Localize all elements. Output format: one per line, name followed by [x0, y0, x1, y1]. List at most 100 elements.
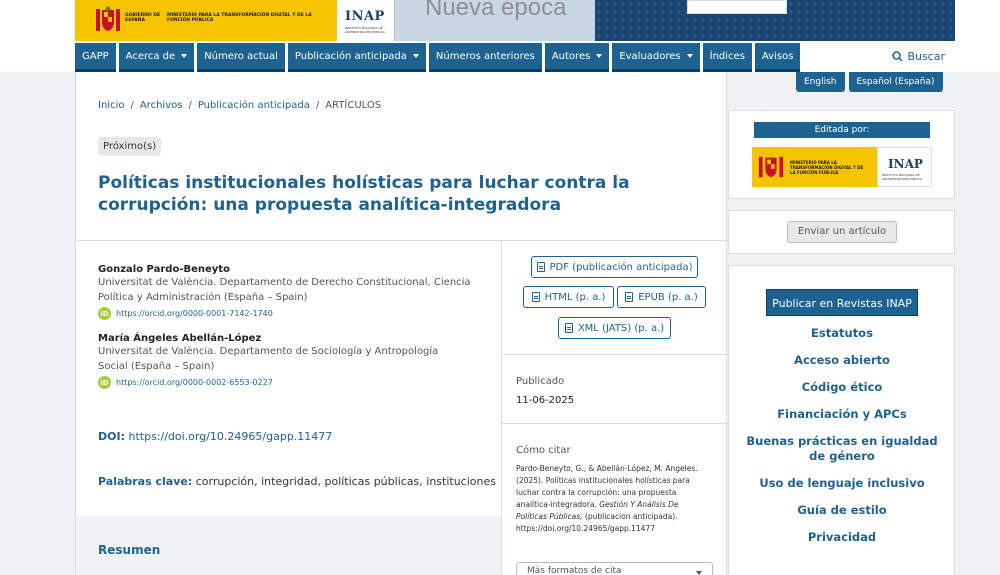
orcid-url[interactable]: https://orcid.org/0000-0001-7142-1740 [116, 309, 273, 318]
divider [76, 240, 728, 241]
pdf-button[interactable]: PDF (publicación anticipada) [531, 256, 698, 278]
nav-item-label: Acerca de [125, 50, 176, 62]
chevron-down-icon [412, 54, 419, 58]
author-entry: María Ángeles Abellán-López Universitat … [98, 333, 458, 389]
nav-item-avisos[interactable]: Avisos [754, 43, 801, 72]
epub-button[interactable]: EPUB (p. a.) [617, 286, 706, 308]
nav-item-gapp[interactable]: GAPP [75, 43, 116, 72]
journal-cover-thumbnail [687, 0, 787, 14]
lang-spanish[interactable]: Español (España) [848, 72, 943, 92]
breadcrumb: Inicio / Archivos / Publicación anticipada / A… [98, 100, 382, 111]
nav-item-evaluadores[interactable]: Evaluadores [612, 43, 700, 72]
nav-item-label: Número actual [204, 50, 278, 62]
government-logo[interactable]: GOBIERNO DE ESPAÑA MINISTERIO PARA LA TR… [75, 0, 337, 41]
xml-label: XML (JATS) (p. a.) [577, 322, 665, 334]
inap-logo-subtitle: INSTITUTO NACIONAL DE ADMINISTRACIÓN PÚB… [345, 26, 385, 34]
author-name: María Ángeles Abellán-López [98, 333, 262, 344]
document-icon [536, 262, 545, 272]
author-affiliation: Universitat de València. Departamento de… [98, 277, 471, 303]
sidebar-link[interactable]: Financiación y APCs [742, 407, 942, 422]
column-divider [501, 240, 502, 575]
sponsor-inap-text: INAP [888, 157, 923, 171]
breadcrumb-issue[interactable]: Publicación anticipada [198, 100, 310, 111]
epub-label: EPUB (p. a.) [638, 291, 698, 303]
inap-logo[interactable]: INAP INSTITUTO NACIONAL DE ADMINISTRACIÓ… [337, 0, 395, 41]
divider [502, 423, 728, 424]
sidebar-link[interactable]: Privacidad [742, 530, 942, 545]
orcid-icon: iD [98, 307, 111, 320]
site-header: GOBIERNO DE ESPAÑA MINISTERIO PARA LA TR… [0, 0, 1000, 72]
lang-english[interactable]: English [796, 72, 845, 92]
ministry-label: MINISTERIO PARA LA TRANSFORMACIÓN DIGITA… [167, 13, 312, 23]
sidebar-link[interactable]: Código ético [742, 380, 942, 395]
sidebar-link[interactable]: Acceso abierto [742, 353, 942, 368]
nav-item-label: Avisos [761, 50, 794, 62]
sidebar-link[interactable]: Uso de lenguaje inclusivo [742, 476, 942, 491]
search-label: Buscar [907, 50, 945, 63]
nav-item-autores[interactable]: Autores [544, 43, 610, 72]
orcid-url[interactable]: https://orcid.org/0000-0002-6553-0227 [116, 378, 273, 387]
nav-item-números-anteriores[interactable]: Números anteriores [428, 43, 542, 72]
status-badge: Próximo(s) [98, 137, 162, 156]
author-entry: Gonzalo Pardo-Beneyto Universitat de Val… [98, 264, 488, 320]
breadcrumb-archives[interactable]: Archivos [140, 100, 183, 111]
divider [502, 354, 728, 355]
search-icon [892, 51, 903, 62]
orcid-icon: iD [98, 376, 111, 389]
keywords-label: Palabras clave: [98, 475, 193, 488]
citation-label: Cómo citar [516, 445, 571, 456]
ministry-logo: MINISTERIO PARA LA TRANSFORMACIÓN DIGITA… [752, 147, 877, 187]
sponsor-inap-subtitle: INSTITUTO NACIONAL DE ADMINISTRACIÓN PÚB… [882, 173, 922, 181]
document-icon [564, 323, 573, 333]
citation-format-label: Más formatos de cita [527, 566, 622, 575]
sponsor-logo[interactable]: MINISTERIO PARA LA TRANSFORMACIÓN DIGITA… [752, 147, 932, 187]
coat-of-arms-icon [758, 156, 784, 178]
search-link[interactable]: Buscar [892, 50, 945, 63]
chevron-down-icon [686, 54, 693, 58]
breadcrumb-current: ARTÍCULOS [325, 100, 382, 111]
document-icon [531, 292, 540, 302]
chevron-down-icon [181, 54, 188, 58]
orcid-link[interactable]: iD https://orcid.org/0000-0001-7142-1740 [98, 307, 488, 320]
submit-article-button[interactable]: Enviar un artículo [787, 221, 897, 243]
abstract-heading: Resumen [98, 543, 161, 557]
nav-item-publicación-anticipada[interactable]: Publicación anticipada [287, 43, 426, 72]
publish-button[interactable]: Publicar en Revistas INAP [766, 289, 918, 316]
nav-item-label: Evaluadores [619, 50, 681, 62]
document-icon [625, 292, 634, 302]
doi-line: DOI: https://doi.org/10.24965/gapp.11477 [98, 430, 332, 443]
coat-of-arms-icon [96, 6, 120, 31]
article-main: Inicio / Archivos / Publicación anticipada / A… [75, 72, 728, 575]
sponsor-inap: INAP INSTITUTO NACIONAL DE ADMINISTRACIÓ… [877, 147, 932, 187]
article-title: Políticas institucionales holísticas par… [98, 173, 630, 215]
html-label: HTML (p. a.) [544, 291, 606, 303]
keywords-value: corrupción, integridad, políticas públic… [195, 475, 496, 488]
sponsor-text: MINISTERIO PARA LA TRANSFORMACIÓN DIGITA… [790, 160, 864, 175]
nav-item-label: Números anteriores [435, 50, 535, 62]
nav-item-label: Publicación anticipada [294, 50, 407, 62]
doi-label: DOI: [98, 430, 125, 443]
nav-item-label: Índices [709, 50, 745, 62]
gov-label: GOBIERNO DE ESPAÑA [125, 13, 161, 23]
nav-item-índices[interactable]: Índices [702, 43, 752, 72]
header-banner: GOBIERNO DE ESPAÑA MINISTERIO PARA LA TR… [75, 0, 955, 41]
nav-item-número-actual[interactable]: Número actual [197, 43, 285, 72]
chevron-down-icon [596, 54, 603, 58]
journal-title: Nueva época [425, 0, 567, 21]
pdf-label: PDF (publicación anticipada) [549, 261, 693, 273]
doi-link[interactable]: https://doi.org/10.24965/gapp.11477 [128, 430, 332, 443]
breadcrumb-home[interactable]: Inicio [98, 100, 124, 111]
orcid-link[interactable]: iD https://orcid.org/0000-0002-6553-0227 [98, 376, 458, 389]
inap-logo-text: INAP [345, 9, 385, 24]
editor-card: Editada por: MINISTERIO PARA LA TRANSFOR… [728, 110, 955, 199]
xml-button[interactable]: XML (JATS) (p. a.) [558, 317, 671, 339]
sidebar-links: Estatutos Acceso abierto Código ético Finan… [742, 326, 942, 557]
sidebar-link[interactable]: Buenas prácticas en igualdad de género [742, 434, 942, 464]
author-affiliation: Universitat de València. Departamento de… [98, 346, 439, 372]
nav-item-acerca-de[interactable]: Acerca de [118, 43, 195, 72]
sidebar-link[interactable]: Estatutos [742, 326, 942, 341]
html-button[interactable]: HTML (p. a.) [523, 286, 614, 308]
published-date: 11-06-2025 [516, 395, 575, 406]
citation-format-select[interactable]: Más formatos de cita [516, 562, 713, 575]
sidebar-link[interactable]: Guía de estilo [742, 503, 942, 518]
